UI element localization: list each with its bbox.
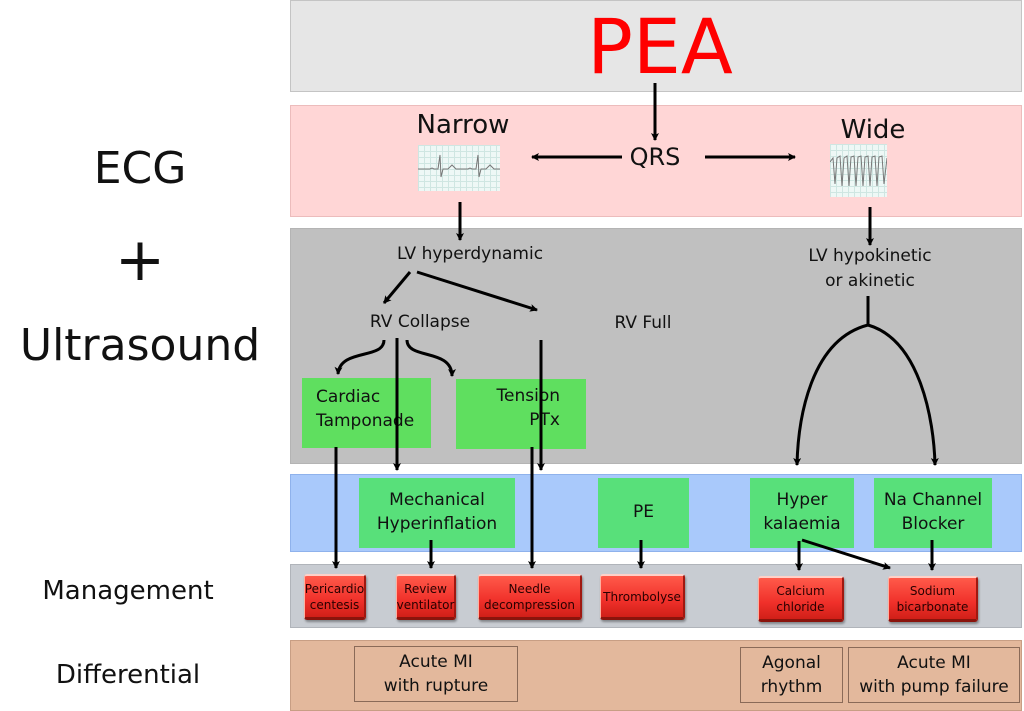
arrow-rvcollapse-to-tamponade [334,339,386,375]
arrow-lvhypo-to-na [867,323,939,466]
flow-arrows [332,83,939,571]
arrow-lvhyper-to-rvfull [416,270,538,312]
arrow-hyperk-to-sodium [801,538,891,570]
arrow-lvhypo-to-hyperk [793,323,869,466]
arrow-lvhyper-to-rvcollapse [382,271,412,304]
arrow-rvcollapse-to-tensionptx [405,339,456,377]
